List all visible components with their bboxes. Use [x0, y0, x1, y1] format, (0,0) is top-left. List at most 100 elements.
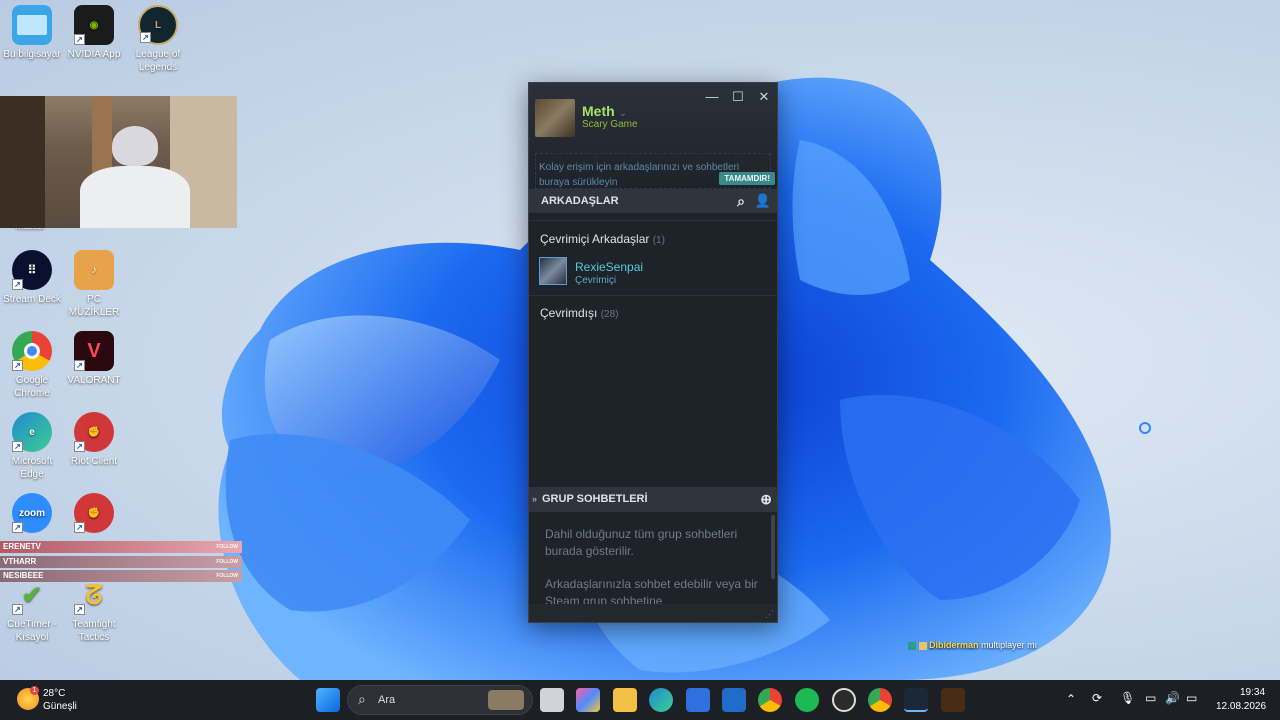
- valorant-icon: V ↗: [74, 331, 114, 371]
- stream-deck-icon: ⠿ ↗: [12, 250, 52, 290]
- shortcut-arrow-icon: ↗: [74, 34, 85, 45]
- group-chats-header[interactable]: » GRUP SOHBETLERİ ⊕: [529, 487, 777, 512]
- friend-avatar[interactable]: [539, 257, 567, 285]
- chat-overlay-message: Dibiderman multiplayer mı: [908, 640, 1037, 650]
- clock-time[interactable]: 19:34: [1240, 687, 1265, 698]
- windows-start-icon[interactable]: [316, 688, 340, 712]
- friend-name[interactable]: RexieSenpai: [575, 260, 643, 274]
- desktop-icon-label: Teamfight Tactics: [72, 619, 116, 643]
- desktop-icon-riot-client-2[interactable]: ✊ ↗: [62, 493, 126, 536]
- desktop-icon-label: Stream Deck: [3, 294, 61, 305]
- close-icon[interactable]: ✕: [753, 89, 775, 105]
- weather-badge: 1: [30, 686, 39, 695]
- chat-message: multiplayer mı: [981, 640, 1038, 650]
- user-game: Scary Game: [582, 119, 638, 130]
- user-name[interactable]: Meth ⌄: [582, 103, 627, 119]
- minimize-icon[interactable]: —: [701, 89, 723, 104]
- taskbar-search[interactable]: ⌕ Ara: [347, 685, 533, 715]
- league-icon: L ↗: [138, 5, 178, 45]
- taskbar: 1 28°C Güneşli ⌕ Ara ⌃ ⟳ 🎙 ▭ 🔊 ▭ 19:34 1…: [0, 680, 1280, 720]
- shortcut-arrow-icon: ↗: [140, 32, 151, 43]
- copilot-icon[interactable]: [576, 688, 600, 712]
- desktop-icon-pc-muzikler[interactable]: ♪ PC MÜZİKLER: [62, 250, 126, 319]
- resize-grip-icon[interactable]: ⋰: [765, 609, 774, 620]
- desktop-icon-nvidia[interactable]: ◉ ↗ NVIDIA App: [62, 5, 126, 61]
- steam-friends-window: — ☐ ✕ Meth ⌄ Scary Game Kolay erişim içi…: [528, 82, 778, 623]
- online-friends-group[interactable]: Çevrimiçi Arkadaşlar (1): [540, 232, 665, 246]
- chevron-up-icon[interactable]: ⌃: [1066, 692, 1076, 706]
- riot-icon: ✊ ↗: [74, 412, 114, 452]
- desktop-icon-this-pc[interactable]: Bu bilgisayar: [0, 5, 64, 61]
- microphone-icon[interactable]: 🎙: [1120, 691, 1135, 705]
- sync-icon[interactable]: ⟳: [1092, 691, 1102, 705]
- chrome-icon[interactable]: [868, 688, 892, 712]
- desktop-icon-valorant[interactable]: V ↗ VALORANT: [62, 331, 126, 387]
- desktop-icon-edge[interactable]: e ↗ Microsoft Edge: [0, 412, 64, 481]
- battery-icon[interactable]: ▭: [1186, 691, 1197, 705]
- desktop-icon-chrome[interactable]: ↗ Google Chrome: [0, 331, 64, 400]
- volume-icon[interactable]: 🔊: [1165, 691, 1180, 705]
- desktop-icon-zoom[interactable]: zoom ↗: [0, 493, 64, 536]
- loading-spinner-icon: [1139, 422, 1151, 434]
- riot-icon: ✊ ↗: [74, 493, 114, 533]
- chevron-down-icon[interactable]: ⌄: [619, 108, 627, 119]
- nvidia-icon: ◉ ↗: [74, 5, 114, 45]
- desktop-icon-stream-deck[interactable]: ⠿ ↗ Stream Deck: [0, 250, 64, 306]
- search-icon[interactable]: ⌕: [737, 189, 745, 213]
- group-chats-info: Dahil olduğunuz tüm grup sohbetleri bura…: [545, 527, 738, 558]
- shortcut-arrow-icon: ↗: [74, 604, 85, 615]
- webcam-overlay: [0, 96, 237, 228]
- maximize-icon[interactable]: ☐: [727, 89, 749, 105]
- shortcut-arrow-icon: ↗: [12, 441, 23, 452]
- offline-friends-group[interactable]: Çevrimdışı (28): [540, 306, 618, 320]
- desktop-icon-label: Microsoft Edge: [11, 456, 53, 480]
- search-highlight-image: [488, 690, 524, 710]
- chrome-icon[interactable]: [758, 688, 782, 712]
- follow-alert: ERENETV FOLLOW: [0, 541, 242, 553]
- user-avatar[interactable]: [535, 99, 575, 137]
- scrollbar[interactable]: [771, 515, 775, 579]
- edge-icon[interactable]: [649, 688, 673, 712]
- spotify-icon[interactable]: [795, 688, 819, 712]
- chat-badge-icon: [918, 641, 927, 650]
- follow-alert: VTHARR FOLLOW: [0, 556, 242, 568]
- add-group-chat-icon[interactable]: ⊕: [760, 487, 772, 511]
- desktop-icon-league[interactable]: L ↗ League of Legends: [126, 5, 190, 74]
- shortcut-arrow-icon: ↗: [74, 360, 85, 371]
- desktop-icon-label: NVIDIA App: [67, 49, 121, 60]
- desktop-icon-label: Riot Client: [70, 456, 118, 467]
- shortcut-arrow-icon: ↗: [12, 360, 23, 371]
- task-view-icon[interactable]: [540, 688, 564, 712]
- desktop-icon-cuetimer[interactable]: ✔ ↗ CueTimer - Kısayol: [0, 575, 64, 644]
- file-explorer-icon[interactable]: [613, 688, 637, 712]
- steam-header: — ☐ ✕ Meth ⌄ Scary Game Kolay erişim içi…: [529, 83, 777, 189]
- clock-date[interactable]: 12.08.2026: [1216, 701, 1266, 712]
- desktop-icon-label: Google Chrome: [14, 375, 50, 399]
- follow-alert: NESIBEEE FOLLOW: [0, 570, 242, 582]
- webcam-person: [112, 126, 158, 166]
- ok-button[interactable]: TAMAMDIR!: [719, 172, 775, 185]
- obs-icon[interactable]: [832, 688, 856, 712]
- zoom-icon: zoom ↗: [12, 493, 52, 533]
- friends-header: ARKADAŞLAR ⌕ 👤: [529, 189, 777, 213]
- weather-temp[interactable]: 28°C: [43, 688, 65, 699]
- computer-icon: [12, 5, 52, 45]
- zoom-logo-text: zoom: [18, 507, 46, 519]
- steam-icon[interactable]: [904, 688, 928, 712]
- friend-status: Çevrimiçi: [575, 275, 617, 286]
- network-icon[interactable]: ▭: [1145, 691, 1156, 705]
- weather-desc[interactable]: Güneşli: [43, 701, 77, 712]
- desktop-icon-riot-client[interactable]: ✊ ↗ Riot Client: [62, 412, 126, 468]
- edge-icon: e ↗: [12, 412, 52, 452]
- shortcut-arrow-icon: ↗: [74, 522, 85, 533]
- desktop-icon-label: PC MÜZİKLER: [68, 294, 120, 318]
- outlook-icon[interactable]: [722, 688, 746, 712]
- search-icon: ⌕: [358, 691, 366, 707]
- desktop-icon-tft[interactable]: ᘔ ↗ Teamfight Tactics: [62, 575, 126, 644]
- add-friend-icon[interactable]: 👤: [755, 189, 771, 213]
- desktop-icon-label: Bu bilgisayar: [3, 49, 61, 60]
- chevron-down-icon[interactable]: »: [532, 487, 537, 511]
- store-icon[interactable]: [686, 688, 710, 712]
- desktop-icon-label: League of Legends: [135, 49, 181, 73]
- game-icon[interactable]: [941, 688, 965, 712]
